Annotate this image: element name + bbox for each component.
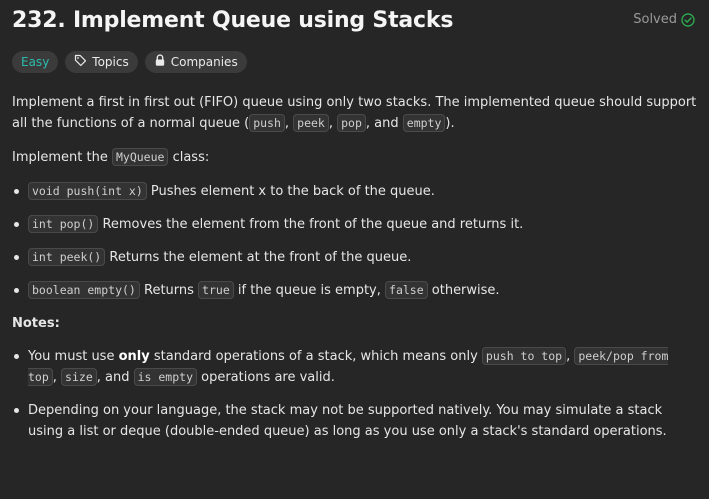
method-description: Pushes element x to the back of the queu… [146, 184, 435, 199]
companies-button[interactable]: Companies [144, 51, 247, 73]
code-size: size [61, 368, 97, 386]
notes-heading: Notes: [12, 316, 60, 331]
intro-text: ). [445, 116, 455, 131]
method-description: if the queue is empty, [233, 283, 386, 298]
implement-paragraph: Implement the MyQueue class: [12, 147, 697, 168]
check-circle-icon [681, 12, 695, 27]
methods-list: void push(int x) Pushes element x to the… [12, 181, 697, 301]
intro-paragraph: Implement a first in first out (FIFO) qu… [12, 92, 697, 134]
topics-label: Topics [92, 55, 129, 69]
solved-label: Solved [633, 12, 677, 27]
method-description: Removes the element from the front of th… [98, 217, 524, 232]
method-description: Returns the element at the front of the … [105, 250, 412, 265]
method-description: Returns [139, 283, 199, 298]
code-false: false [385, 281, 428, 299]
list-item: boolean empty() Returns true if the queu… [14, 280, 697, 301]
code-push: push [249, 114, 285, 132]
code-true: true [198, 281, 234, 299]
method-code: boolean empty() [28, 281, 140, 299]
intro-text: , and [365, 116, 403, 131]
tag-row: Easy Topics Companies [12, 51, 697, 73]
solved-indicator: Solved [633, 12, 695, 27]
code-pop: pop [337, 114, 366, 132]
note-text: standard operations of a stack, which me… [149, 349, 482, 364]
tag-icon [74, 54, 87, 70]
note-text: , and [96, 370, 134, 385]
note-emphasis: only [118, 349, 150, 364]
code-empty: empty [402, 114, 446, 132]
intro-text: , [284, 116, 294, 131]
notes-list: You must use only standard operations of… [12, 346, 697, 442]
list-item: Depending on your language, the stack ma… [14, 400, 697, 442]
code-peek: peek [293, 114, 329, 132]
difficulty-badge[interactable]: Easy [12, 51, 59, 73]
problem-description-panel: 232. Implement Queue using Stacks Solved… [0, 0, 709, 499]
topics-button[interactable]: Topics [65, 51, 138, 73]
note-text: You must use [28, 349, 119, 364]
list-item: void push(int x) Pushes element x to the… [14, 181, 697, 202]
problem-header: 232. Implement Queue using Stacks Solved [12, 0, 697, 36]
method-code: void push(int x) [28, 182, 147, 200]
code-myqueue: MyQueue [111, 148, 169, 166]
method-code: int pop() [28, 215, 99, 233]
note-text: Depending on your language, the stack ma… [28, 403, 667, 439]
intro-text: , [328, 116, 338, 131]
method-code: int peek() [28, 248, 106, 266]
implement-text: Implement the [12, 150, 112, 165]
list-item: You must use only standard operations of… [14, 346, 697, 388]
companies-label: Companies [170, 55, 238, 69]
code-push-to-top: push to top [481, 347, 567, 365]
note-text: , [52, 370, 62, 385]
note-text: operations are valid. [197, 370, 335, 385]
problem-content: Implement a first in first out (FIFO) qu… [12, 92, 697, 442]
list-item: int peek() Returns the element at the fr… [14, 247, 697, 268]
method-description: otherwise. [427, 283, 500, 298]
problem-title: 232. Implement Queue using Stacks [12, 8, 454, 33]
code-is-empty: is empty [133, 368, 197, 386]
list-item: int pop() Removes the element from the f… [14, 214, 697, 235]
implement-text: class: [168, 150, 210, 165]
lock-icon [154, 54, 166, 70]
